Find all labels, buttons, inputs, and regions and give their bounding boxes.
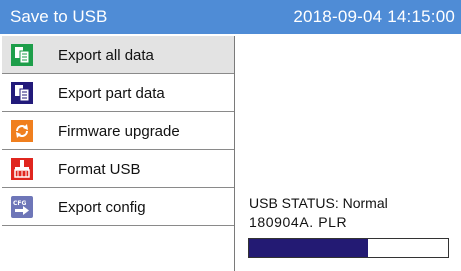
export-progress-fill: [249, 239, 369, 257]
menu-item-export-all-data[interactable]: Export all data: [2, 36, 234, 74]
format-usb-icon: [11, 158, 33, 180]
menu-item-label: Firmware upgrade: [58, 123, 180, 140]
title-bar: Save to USB 2018-09-04 14:15:00: [0, 0, 461, 34]
menu-empty-row: [2, 226, 234, 264]
usb-status-text: USB STATUS: Normal: [249, 195, 388, 211]
usb-menu: Export all data Export part data Firmwar…: [2, 36, 235, 271]
menu-item-export-config[interactable]: CFG Export config: [2, 188, 234, 226]
screen-title: Save to USB: [10, 7, 108, 26]
export-progress-bar: [248, 238, 449, 258]
date-time: 2018-09-04 14:15:00: [293, 7, 455, 26]
menu-item-export-part-data[interactable]: Export part data: [2, 74, 234, 112]
export-part-icon: [11, 82, 33, 104]
menu-item-label: Format USB: [58, 161, 141, 178]
menu-item-label: Export part data: [58, 85, 165, 102]
menu-item-label: Export config: [58, 199, 146, 216]
export-all-icon: [11, 44, 33, 66]
export-config-icon: CFG: [11, 196, 33, 218]
save-to-usb-screen: Save to USB 2018-09-04 14:15:00 Export a…: [0, 0, 461, 271]
export-filename: 180904A. PLR: [249, 214, 348, 230]
menu-item-firmware-upgrade[interactable]: Firmware upgrade: [2, 112, 234, 150]
firmware-upgrade-icon: [11, 120, 33, 142]
menu-item-label: Export all data: [58, 47, 154, 64]
menu-item-format-usb[interactable]: Format USB: [2, 150, 234, 188]
svg-text:CFG: CFG: [13, 200, 27, 207]
